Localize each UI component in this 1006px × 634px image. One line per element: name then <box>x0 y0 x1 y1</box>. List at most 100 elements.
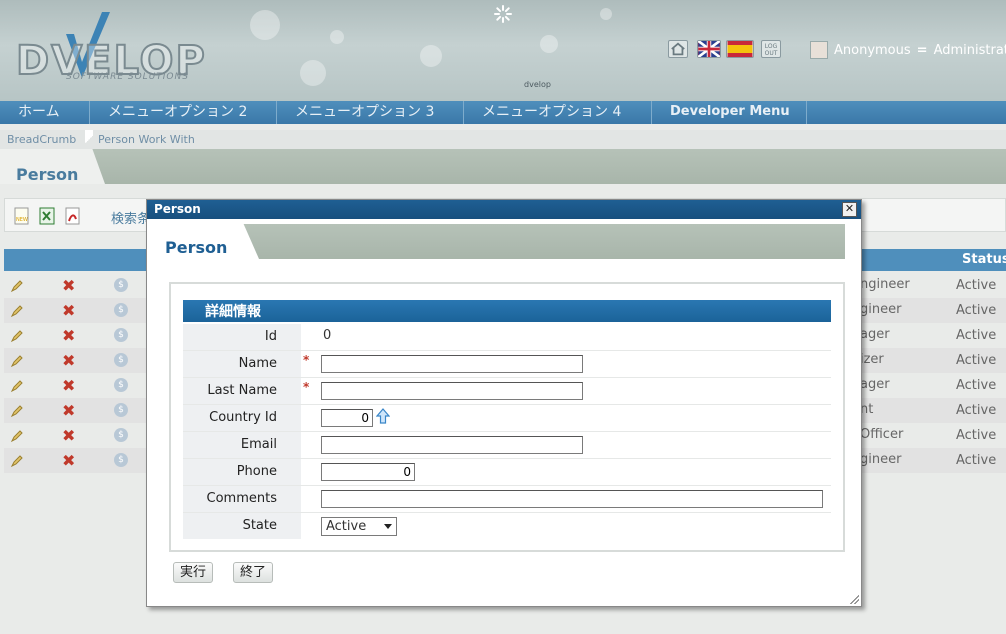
dialog-tab-title: Person <box>165 238 228 257</box>
dollar-coin-icon[interactable]: $ <box>114 453 128 467</box>
edit-pencil-icon[interactable] <box>10 304 24 318</box>
name-field[interactable] <box>321 355 583 373</box>
field-row-phone: Phone <box>183 459 831 486</box>
dollar-coin-icon[interactable]: $ <box>114 428 128 442</box>
main-menu: ホーム メニューオプション 2 メニューオプション 3 メニューオプション 4 … <box>0 101 1006 124</box>
edit-pencil-icon[interactable] <box>10 429 24 443</box>
row-status: Active <box>956 403 997 418</box>
user-info: Anonymous = Administrator <box>810 41 1006 59</box>
id-label: Id <box>183 324 301 350</box>
edit-pencil-icon[interactable] <box>10 454 24 468</box>
row-status: Active <box>956 353 997 368</box>
row-status: Active <box>956 453 997 468</box>
resize-grip-icon[interactable] <box>849 594 859 604</box>
delete-icon[interactable]: ✖ <box>62 401 75 420</box>
field-row-state: State Active <box>183 513 831 540</box>
delete-icon[interactable]: ✖ <box>62 276 75 295</box>
row-status: Active <box>956 378 997 393</box>
row-role: gineer <box>860 302 902 317</box>
tab-person[interactable]: Person <box>0 149 105 184</box>
row-status: Active <box>956 278 997 293</box>
user-role: Administrator <box>933 42 1006 58</box>
row-role: Officer <box>860 427 904 442</box>
state-label: State <box>183 513 301 539</box>
menu-item-option-2[interactable]: メニューオプション 2 <box>90 101 277 124</box>
dollar-coin-icon[interactable]: $ <box>114 303 128 317</box>
delete-icon[interactable]: ✖ <box>62 326 75 345</box>
user-name: Anonymous <box>834 42 911 58</box>
pdf-export-icon[interactable] <box>65 207 81 225</box>
tab-person-dialog[interactable]: Person <box>149 224 259 259</box>
row-status: Active <box>956 328 997 343</box>
row-role: gineer <box>860 452 902 467</box>
dollar-coin-icon[interactable]: $ <box>114 403 128 417</box>
excel-export-icon[interactable] <box>39 207 55 225</box>
row-role: izer <box>860 352 884 367</box>
edit-pencil-icon[interactable] <box>10 354 24 368</box>
dollar-coin-icon[interactable]: $ <box>114 328 128 342</box>
edit-pencil-icon[interactable] <box>10 404 24 418</box>
field-row-country-id: Country Id <box>183 405 831 432</box>
dialog-title-bar[interactable]: Person ✕ <box>147 200 861 219</box>
details-fields: Id 0 Name * Last Name * Country Id 0 Ema… <box>183 324 831 540</box>
edit-pencil-icon[interactable] <box>10 379 24 393</box>
bokeh-decoration <box>300 60 326 86</box>
email-field[interactable] <box>321 436 583 454</box>
delete-icon[interactable]: ✖ <box>62 376 75 395</box>
execute-button[interactable]: 実行 <box>173 562 214 583</box>
breadcrumb-separator <box>85 130 93 149</box>
delete-icon[interactable]: ✖ <box>62 301 75 320</box>
dollar-coin-icon[interactable]: $ <box>114 353 128 367</box>
id-value: 0 <box>323 328 332 343</box>
dollar-coin-icon[interactable]: $ <box>114 278 128 292</box>
bokeh-decoration <box>540 35 558 53</box>
bokeh-decoration <box>420 45 442 67</box>
country-id-field[interactable] <box>321 409 373 427</box>
comments-label: Comments <box>183 486 301 512</box>
row-role: nt <box>860 402 874 417</box>
logout-icon[interactable]: LOG OUT <box>761 40 781 58</box>
close-icon[interactable]: ✕ <box>842 202 857 217</box>
row-status: Active <box>956 428 997 443</box>
edit-pencil-icon[interactable] <box>10 279 24 293</box>
delete-icon[interactable]: ✖ <box>62 426 75 445</box>
new-record-icon[interactable]: NEW <box>14 207 30 225</box>
bokeh-decoration <box>250 10 280 40</box>
english-flag-icon[interactable] <box>697 39 721 59</box>
search-criteria-label[interactable]: 検索条 <box>111 208 150 227</box>
column-header-status[interactable]: Status <box>962 252 1006 267</box>
field-row-comments: Comments <box>183 486 831 513</box>
state-selected-value: Active <box>326 519 367 534</box>
state-select[interactable]: Active <box>321 517 397 536</box>
row-status: Active <box>956 303 997 318</box>
delete-icon[interactable]: ✖ <box>62 451 75 470</box>
country-id-label: Country Id <box>183 405 301 431</box>
menu-item-developer[interactable]: Developer Menu <box>652 101 807 124</box>
footer-brand-mark: dvelop <box>524 80 551 89</box>
last-name-field[interactable] <box>321 382 583 400</box>
home-icon[interactable] <box>668 40 688 58</box>
comments-field[interactable] <box>321 490 823 508</box>
person-dialog: Person ✕ Person 詳細情報 Id 0 Name * Last Na… <box>146 199 862 607</box>
spanish-flag-icon[interactable] <box>726 40 754 58</box>
person-form: 詳細情報 Id 0 Name * Last Name * Country Id <box>169 282 845 552</box>
required-marker: * <box>303 380 310 394</box>
menu-item-option-3[interactable]: メニューオプション 3 <box>277 101 464 124</box>
menu-item-option-4[interactable]: メニューオプション 4 <box>464 101 652 124</box>
last-name-label: Last Name <box>183 378 301 404</box>
edit-pencil-icon[interactable] <box>10 329 24 343</box>
breadcrumb-item-root[interactable]: BreadCrumb <box>7 133 76 146</box>
delete-icon[interactable]: ✖ <box>62 351 75 370</box>
dollar-coin-icon[interactable]: $ <box>114 378 128 392</box>
country-lookup-arrow-icon[interactable] <box>376 408 390 424</box>
page-title: Person <box>16 165 79 184</box>
breadcrumb-item-current[interactable]: Person Work With <box>98 133 195 146</box>
user-separator: = <box>916 42 928 58</box>
details-section-header: 詳細情報 <box>183 300 831 322</box>
avatar <box>810 41 828 59</box>
menu-item-home[interactable]: ホーム <box>0 101 90 124</box>
bokeh-decoration <box>600 8 612 20</box>
dvelop-logo[interactable]: DVELOP SOFTWARE SOLUTIONS <box>15 10 216 85</box>
phone-field[interactable] <box>321 463 415 481</box>
close-button[interactable]: 終了 <box>233 562 274 583</box>
